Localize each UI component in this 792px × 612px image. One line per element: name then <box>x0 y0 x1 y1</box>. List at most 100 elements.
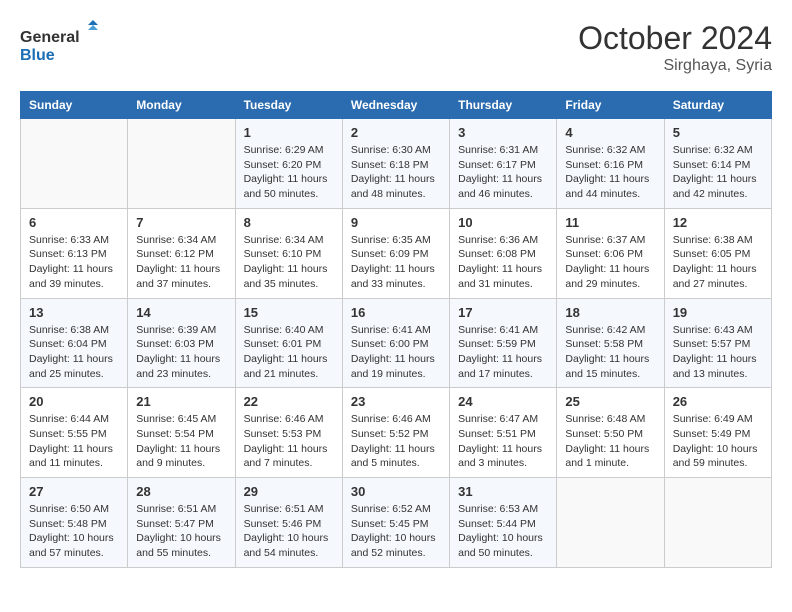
cell-content: Sunrise: 6:32 AMSunset: 6:14 PMDaylight:… <box>673 143 763 202</box>
col-header-saturday: Saturday <box>664 92 771 119</box>
day-number: 13 <box>29 305 119 320</box>
cell-content: Sunrise: 6:47 AMSunset: 5:51 PMDaylight:… <box>458 412 548 471</box>
logo-svg: General Blue <box>20 20 100 70</box>
calendar-cell: 15 Sunrise: 6:40 AMSunset: 6:01 PMDayligh… <box>235 298 342 388</box>
day-number: 8 <box>244 215 334 230</box>
cell-content: Sunrise: 6:33 AMSunset: 6:13 PMDaylight:… <box>29 233 119 292</box>
cell-content: Sunrise: 6:44 AMSunset: 5:55 PMDaylight:… <box>29 412 119 471</box>
day-number: 26 <box>673 394 763 409</box>
logo: General Blue <box>20 20 100 70</box>
calendar-cell: 13Sunrise: 6:38 AMSunset: 6:04 PMDayligh… <box>21 298 128 388</box>
cell-content: Sunrise: 6:52 AMSunset: 5:45 PMDaylight:… <box>351 502 441 561</box>
calendar-cell: 3Sunrise: 6:31 AMSunset: 6:17 PMDaylight… <box>450 119 557 209</box>
col-header-friday: Friday <box>557 92 664 119</box>
cell-content: Sunrise: 6:41 AMSunset: 6:00 PMDaylight:… <box>351 323 441 382</box>
day-number: 11 <box>565 215 655 230</box>
calendar-header-row: SundayMondayTuesdayWednesdayThursdayFrid… <box>21 92 772 119</box>
svg-text:General: General <box>20 29 80 46</box>
calendar-cell: 4 Sunrise: 6:32 AMSunset: 6:16 PMDaylight… <box>557 119 664 209</box>
calendar-cell: 9 Sunrise: 6:35 AMSunset: 6:09 PMDaylight… <box>342 208 449 298</box>
day-number: 10 <box>458 215 548 230</box>
calendar-cell <box>128 119 235 209</box>
calendar-cell: 2 Sunrise: 6:30 AMSunset: 6:18 PMDaylight… <box>342 119 449 209</box>
cell-content: Sunrise: 6:32 AMSunset: 6:16 PMDaylight:… <box>565 143 655 202</box>
day-number: 22 <box>244 394 334 409</box>
cell-content: Sunrise: 6:53 AMSunset: 5:44 PMDaylight:… <box>458 502 548 561</box>
calendar-cell: 6Sunrise: 6:33 AMSunset: 6:13 PMDaylight… <box>21 208 128 298</box>
day-number: 12 <box>673 215 763 230</box>
cell-content: Sunrise: 6:50 AMSunset: 5:48 PMDaylight:… <box>29 502 119 561</box>
cell-content: Sunrise: 6:29 AMSunset: 6:20 PMDaylight:… <box>244 143 334 202</box>
week-row-5: 27 Sunrise: 6:50 AMSunset: 5:48 PMDayligh… <box>21 478 772 568</box>
calendar-cell <box>21 119 128 209</box>
calendar-cell: 8 Sunrise: 6:34 AMSunset: 6:10 PMDaylight… <box>235 208 342 298</box>
cell-content: Sunrise: 6:42 AMSunset: 5:58 PMDaylight:… <box>565 323 655 382</box>
day-number: 15 <box>244 305 334 320</box>
day-number: 17 <box>458 305 548 320</box>
day-number: 1 <box>244 125 334 140</box>
cell-content: Sunrise: 6:37 AMSunset: 6:06 PMDaylight:… <box>565 233 655 292</box>
location: Sirghaya, Syria <box>578 57 772 75</box>
cell-content: Sunrise: 6:34 AMSunset: 6:10 PMDaylight:… <box>244 233 334 292</box>
cell-content: Sunrise: 6:40 AMSunset: 6:01 PMDaylight:… <box>244 323 334 382</box>
calendar-cell: 23 Sunrise: 6:46 AMSunset: 5:52 PMDayligh… <box>342 388 449 478</box>
calendar-cell: 17 Sunrise: 6:41 AMSunset: 5:59 PMDayligh… <box>450 298 557 388</box>
cell-content: Sunrise: 6:48 AMSunset: 5:50 PMDaylight:… <box>565 412 655 471</box>
calendar-table: SundayMondayTuesdayWednesdayThursdayFrid… <box>20 91 772 568</box>
calendar-cell: 5 Sunrise: 6:32 AMSunset: 6:14 PMDaylight… <box>664 119 771 209</box>
day-number: 19 <box>673 305 763 320</box>
calendar-cell: 7Sunrise: 6:34 AMSunset: 6:12 PMDaylight… <box>128 208 235 298</box>
col-header-wednesday: Wednesday <box>342 92 449 119</box>
title-block: October 2024 Sirghaya, Syria <box>578 20 772 75</box>
cell-content: Sunrise: 6:51 AMSunset: 5:47 PMDaylight:… <box>136 502 226 561</box>
calendar-cell: 22 Sunrise: 6:46 AMSunset: 5:53 PMDayligh… <box>235 388 342 478</box>
col-header-thursday: Thursday <box>450 92 557 119</box>
day-number: 4 <box>565 125 655 140</box>
calendar-cell: 11 Sunrise: 6:37 AMSunset: 6:06 PMDayligh… <box>557 208 664 298</box>
day-number: 29 <box>244 484 334 499</box>
cell-content: Sunrise: 6:51 AMSunset: 5:46 PMDaylight:… <box>244 502 334 561</box>
day-number: 31 <box>458 484 548 499</box>
day-number: 27 <box>29 484 119 499</box>
calendar-cell: 26 Sunrise: 6:49 AMSunset: 5:49 PMDayligh… <box>664 388 771 478</box>
day-number: 24 <box>458 394 548 409</box>
col-header-sunday: Sunday <box>21 92 128 119</box>
day-number: 23 <box>351 394 441 409</box>
calendar-cell: 10 Sunrise: 6:36 AMSunset: 6:08 PMDayligh… <box>450 208 557 298</box>
calendar-cell: 16 Sunrise: 6:41 AMSunset: 6:00 PMDayligh… <box>342 298 449 388</box>
day-number: 28 <box>136 484 226 499</box>
calendar-cell: 25 Sunrise: 6:48 AMSunset: 5:50 PMDayligh… <box>557 388 664 478</box>
cell-content: Sunrise: 6:30 AMSunset: 6:18 PMDaylight:… <box>351 143 441 202</box>
cell-content: Sunrise: 6:36 AMSunset: 6:08 PMDaylight:… <box>458 233 548 292</box>
svg-text:Blue: Blue <box>20 47 55 64</box>
day-number: 5 <box>673 125 763 140</box>
calendar-cell: 31 Sunrise: 6:53 AMSunset: 5:44 PMDayligh… <box>450 478 557 568</box>
col-header-monday: Monday <box>128 92 235 119</box>
cell-content: Sunrise: 6:46 AMSunset: 5:53 PMDaylight:… <box>244 412 334 471</box>
month-title: October 2024 <box>578 20 772 57</box>
calendar-cell <box>664 478 771 568</box>
day-number: 25 <box>565 394 655 409</box>
week-row-4: 20 Sunrise: 6:44 AMSunset: 5:55 PMDayligh… <box>21 388 772 478</box>
cell-content: Sunrise: 6:46 AMSunset: 5:52 PMDaylight:… <box>351 412 441 471</box>
calendar-cell: 12Sunrise: 6:38 AMSunset: 6:05 PMDayligh… <box>664 208 771 298</box>
cell-content: Sunrise: 6:41 AMSunset: 5:59 PMDaylight:… <box>458 323 548 382</box>
calendar-cell: 20 Sunrise: 6:44 AMSunset: 5:55 PMDayligh… <box>21 388 128 478</box>
calendar-cell: 30Sunrise: 6:52 AMSunset: 5:45 PMDayligh… <box>342 478 449 568</box>
cell-content: Sunrise: 6:31 AMSunset: 6:17 PMDaylight:… <box>458 143 548 202</box>
calendar-cell: 24 Sunrise: 6:47 AMSunset: 5:51 PMDayligh… <box>450 388 557 478</box>
day-number: 2 <box>351 125 441 140</box>
day-number: 16 <box>351 305 441 320</box>
cell-content: Sunrise: 6:35 AMSunset: 6:09 PMDaylight:… <box>351 233 441 292</box>
col-header-tuesday: Tuesday <box>235 92 342 119</box>
page-header: General Blue October 2024 Sirghaya, Syri… <box>20 20 772 75</box>
cell-content: Sunrise: 6:39 AMSunset: 6:03 PMDaylight:… <box>136 323 226 382</box>
calendar-cell: 19Sunrise: 6:43 AMSunset: 5:57 PMDayligh… <box>664 298 771 388</box>
week-row-3: 13Sunrise: 6:38 AMSunset: 6:04 PMDayligh… <box>21 298 772 388</box>
week-row-2: 6Sunrise: 6:33 AMSunset: 6:13 PMDaylight… <box>21 208 772 298</box>
cell-content: Sunrise: 6:49 AMSunset: 5:49 PMDaylight:… <box>673 412 763 471</box>
calendar-cell: 29 Sunrise: 6:51 AMSunset: 5:46 PMDayligh… <box>235 478 342 568</box>
calendar-cell: 18Sunrise: 6:42 AMSunset: 5:58 PMDayligh… <box>557 298 664 388</box>
day-number: 20 <box>29 394 119 409</box>
day-number: 9 <box>351 215 441 230</box>
